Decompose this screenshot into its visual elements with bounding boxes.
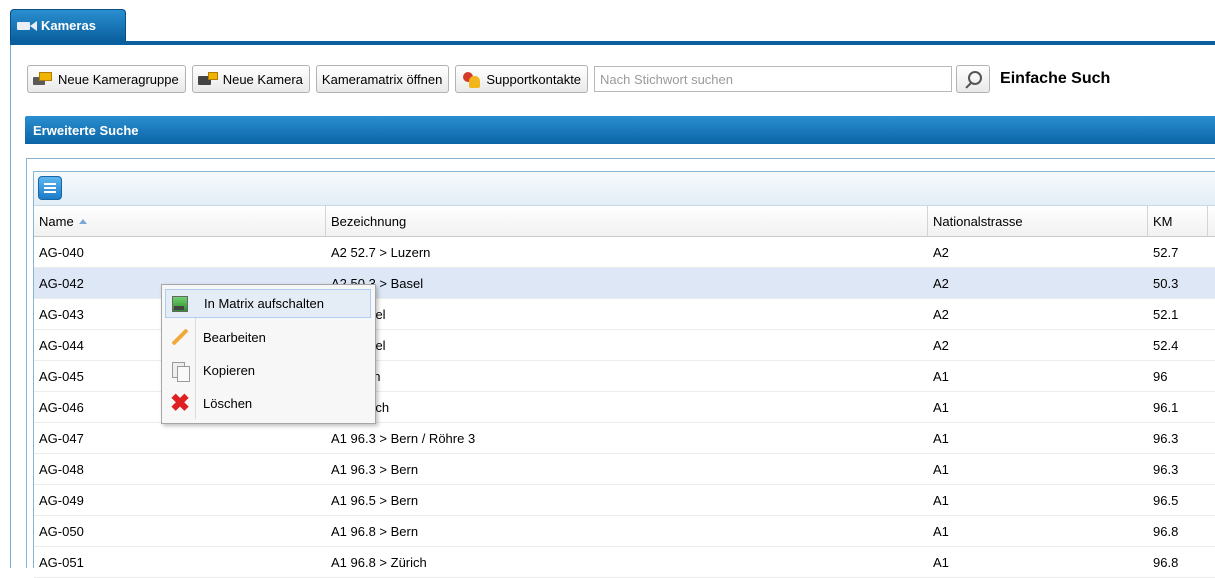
new-camera-icon — [197, 71, 218, 87]
sort-ascending-icon — [78, 218, 87, 224]
simple-search-link[interactable]: Einfache Such — [1000, 70, 1110, 88]
table-row[interactable]: AG-047 A1 96.3 > Bern / Röhre 3 A1 96.3 — [34, 423, 1215, 454]
menu-item-copy[interactable]: Kopieren — [165, 356, 371, 385]
table-row[interactable]: AG-049 A1 96.5 > Bern A1 96.5 — [34, 485, 1215, 516]
grid-header: Name Bezeichnung Nationalstrasse KM — [34, 206, 1215, 237]
delete-icon: ✖ — [169, 389, 191, 417]
support-contacts-label: Supportkontakte — [486, 71, 582, 87]
support-contacts-button[interactable]: Supportkontakte — [455, 65, 589, 93]
search-button[interactable] — [956, 65, 991, 93]
table-row[interactable]: AG-051 A1 96.8 > Zürich A1 96.8 — [34, 547, 1215, 578]
grid-toolbar — [34, 172, 1215, 206]
table-row[interactable]: AG-050 A1 96.8 > Bern A1 96.8 — [34, 516, 1215, 547]
camera-group-icon — [33, 71, 53, 87]
new-camera-label: Neue Kamera — [222, 71, 303, 87]
pencil-icon — [169, 328, 191, 348]
search-input[interactable] — [594, 66, 953, 92]
open-matrix-label: Kameramatrix öffnen — [321, 71, 443, 87]
table-row[interactable]: AG-040 A2 52.7 > Luzern A2 52.7 — [34, 237, 1215, 268]
new-camera-group-label: Neue Kameragruppe — [58, 71, 179, 87]
matrix-icon — [170, 294, 192, 314]
column-header-nationalstrasse[interactable]: Nationalstrasse — [928, 206, 1148, 236]
new-camera-group-button[interactable]: Neue Kameragruppe — [27, 65, 186, 93]
support-contacts-icon — [461, 71, 481, 88]
column-header-km[interactable]: KM — [1148, 206, 1208, 236]
column-header-bezeichnung[interactable]: Bezeichnung — [326, 206, 928, 236]
toolbar: Neue Kameragruppe Neue Kamera Kameramatr… — [27, 64, 1110, 94]
advanced-search-label: Erweiterte Suche — [33, 122, 139, 138]
advanced-search-header[interactable]: Erweiterte Suche — [25, 116, 1215, 144]
menu-item-matrix[interactable]: In Matrix aufschalten — [165, 289, 371, 318]
table-row[interactable]: AG-048 A1 96.3 > Bern A1 96.3 — [34, 454, 1215, 485]
tab-kameras-label: Kameras — [41, 18, 96, 33]
copy-icon — [169, 361, 191, 382]
tab-kameras[interactable]: Kameras — [10, 9, 126, 41]
camera-icon — [17, 20, 37, 31]
tab-strip: Kameras — [0, 0, 1215, 45]
menu-item-delete[interactable]: ✖ Löschen — [165, 389, 371, 418]
column-header-name[interactable]: Name — [34, 206, 326, 236]
new-camera-button[interactable]: Neue Kamera — [191, 65, 310, 93]
open-matrix-button[interactable]: Kameramatrix öffnen — [315, 65, 450, 93]
menu-item-edit[interactable]: Bearbeiten — [165, 323, 371, 352]
context-menu: In Matrix aufschalten Bearbeiten Kopiere… — [161, 284, 376, 424]
columns-menu-icon[interactable] — [38, 176, 62, 200]
